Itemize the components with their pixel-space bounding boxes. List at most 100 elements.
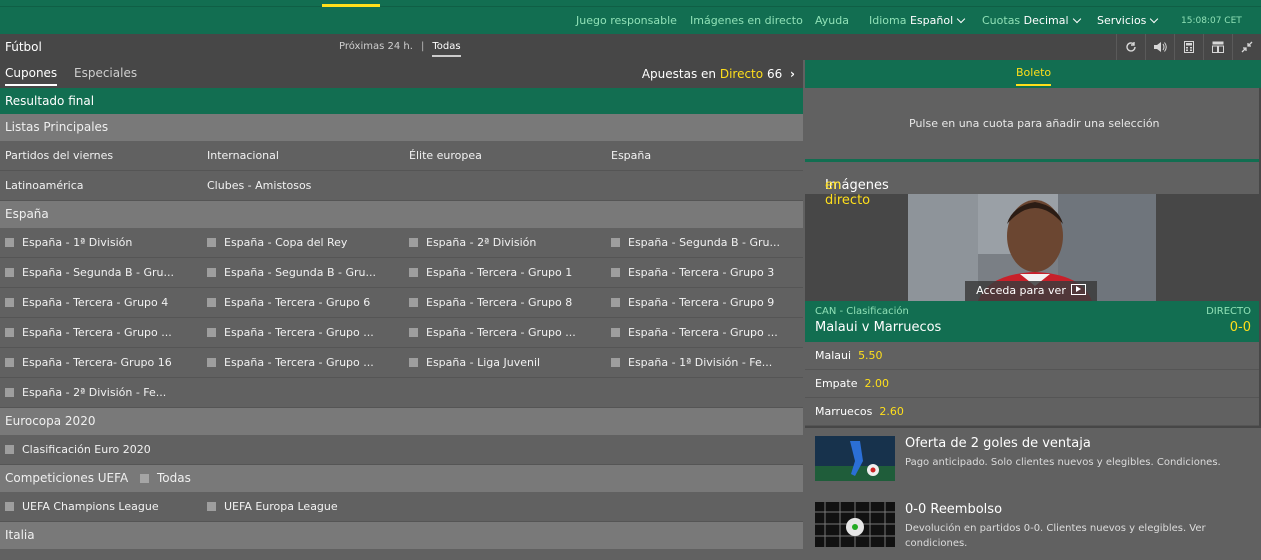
checkbox[interactable] <box>611 328 620 337</box>
odds-price[interactable]: 2.60 <box>879 405 904 418</box>
match-teams: Malaui v Marruecos <box>815 320 942 335</box>
help-link[interactable]: Ayuda <box>815 14 849 28</box>
tab-all[interactable]: Todas <box>432 41 461 57</box>
league-checkbox-item[interactable]: España - 2ª División <box>409 236 536 249</box>
odds-format-selector[interactable]: Cuotas Decimal <box>982 14 1081 28</box>
watch-button[interactable]: Acceda para ver <box>965 281 1097 301</box>
services-menu[interactable]: Servicios <box>1097 14 1159 28</box>
league-checkbox-item[interactable]: España - 1ª División <box>5 236 132 249</box>
betslip-empty-message: Pulse en una cuota para añadir una selec… <box>909 117 1160 130</box>
checkbox[interactable] <box>139 474 149 483</box>
league-checkbox-item[interactable]: España - Copa del Rey <box>207 236 347 249</box>
checkbox[interactable] <box>207 238 216 247</box>
live-stream-accent: en directo <box>825 178 871 208</box>
list-item[interactable]: Latinoamérica <box>5 179 84 192</box>
checkbox[interactable] <box>409 298 418 307</box>
tab-cupones[interactable]: Cupones <box>5 66 58 86</box>
league-checkbox-item[interactable]: España - Tercera - Grupo ... <box>207 356 374 369</box>
live-images-link[interactable]: Imágenes en directo <box>690 14 803 28</box>
checkbox[interactable] <box>207 502 216 511</box>
refresh-icon[interactable] <box>1116 34 1145 60</box>
promo-card[interactable]: 0-0 Reembolso Devolución en partidos 0-0… <box>805 494 1261 560</box>
league-checkbox-item[interactable]: España - Tercera - Grupo 9 <box>611 296 774 309</box>
checkbox[interactable] <box>5 298 14 307</box>
match-category: CAN - Clasificación <box>815 306 909 317</box>
league-checkbox-item[interactable]: España - 1ª División - Fe... <box>611 356 772 369</box>
responsible-gaming-link[interactable]: Juego responsable <box>576 14 677 28</box>
checkbox[interactable] <box>5 388 14 397</box>
checkbox[interactable] <box>207 328 216 337</box>
checkbox[interactable] <box>5 238 14 247</box>
list-item[interactable]: Partidos del viernes <box>5 149 113 162</box>
league-checkbox-item[interactable]: España - Tercera - Grupo 6 <box>207 296 370 309</box>
sound-icon[interactable] <box>1145 34 1174 60</box>
live-stream-thumbnail[interactable]: Acceda para ver <box>908 194 1156 301</box>
list-item[interactable]: España <box>611 149 651 162</box>
tab-boleto[interactable]: Boleto <box>1016 66 1052 86</box>
live-bets-accent: Directo <box>719 67 764 81</box>
layout-icon[interactable] <box>1203 34 1232 60</box>
promo-card[interactable]: Oferta de 2 goles de ventaja Pago antici… <box>805 428 1261 494</box>
league-checkbox-item[interactable]: España - Tercera - Grupo 4 <box>5 296 168 309</box>
odds-row[interactable]: Empate 2.00 <box>805 370 1259 398</box>
tab-next-24h[interactable]: Próximas 24 h. <box>339 41 413 52</box>
betslip-empty: Pulse en una cuota para añadir una selec… <box>805 88 1259 159</box>
select-all-toggle[interactable]: Todas <box>139 471 191 485</box>
league-checkbox-item[interactable]: España - Tercera - Grupo ... <box>5 326 172 339</box>
checkbox[interactable] <box>207 268 216 277</box>
checkbox[interactable] <box>5 445 14 454</box>
odds-price[interactable]: 2.00 <box>864 377 889 390</box>
market-header: Resultado final <box>0 88 803 114</box>
checkbox[interactable] <box>5 502 14 511</box>
checkbox[interactable] <box>5 268 14 277</box>
page-title: Fútbol <box>5 40 42 54</box>
odds-format-label: Cuotas <box>982 14 1021 27</box>
live-match-card[interactable]: CAN - Clasificación DIRECTO Malaui v Mar… <box>805 301 1259 342</box>
checkbox[interactable] <box>409 358 418 367</box>
checkbox[interactable] <box>409 268 418 277</box>
odds-row[interactable]: Malaui 5.50 <box>805 342 1259 370</box>
list-row: Latinoamérica Clubes - Amistosos <box>0 171 803 201</box>
league-checkbox-item[interactable]: España - Tercera- Grupo 16 <box>5 356 172 369</box>
league-checkbox-item[interactable]: España - Tercera - Grupo 1 <box>409 266 572 279</box>
league-label: España - Tercera - Grupo ... <box>224 326 374 339</box>
checkbox[interactable] <box>207 358 216 367</box>
checkbox[interactable] <box>5 328 14 337</box>
checkbox[interactable] <box>611 268 620 277</box>
list-row: Clasificación Euro 2020 <box>0 435 803 465</box>
odds-row[interactable]: Marruecos 2.60 <box>805 398 1259 426</box>
league-checkbox-item[interactable]: España - Liga Juvenil <box>409 356 540 369</box>
league-checkbox-item[interactable]: UEFA Europa League <box>207 500 338 513</box>
checkbox[interactable] <box>409 238 418 247</box>
list-item[interactable]: Internacional <box>207 149 279 162</box>
league-checkbox-item[interactable]: España - Tercera - Grupo ... <box>409 326 576 339</box>
tab-especiales[interactable]: Especiales <box>74 66 137 80</box>
league-checkbox-item[interactable]: España - Tercera - Grupo 8 <box>409 296 572 309</box>
checkbox[interactable] <box>5 358 14 367</box>
league-checkbox-item[interactable]: España - Tercera - Grupo ... <box>611 326 778 339</box>
collapse-icon[interactable] <box>1232 34 1261 60</box>
league-label: España - Tercera - Grupo 6 <box>224 296 371 309</box>
list-item[interactable]: Clubes - Amistosos <box>207 179 311 192</box>
league-label: España - Tercera - Grupo ... <box>426 326 576 339</box>
odds-price[interactable]: 5.50 <box>858 349 883 362</box>
league-checkbox-item[interactable]: España - Segunda B - Gru... <box>611 236 780 249</box>
section-espana: España <box>0 201 803 228</box>
checkbox[interactable] <box>611 358 620 367</box>
checkbox[interactable] <box>207 298 216 307</box>
live-bets-link[interactable]: Apuestas en Directo 66 › <box>642 67 795 81</box>
league-checkbox-item[interactable]: Clasificación Euro 2020 <box>5 443 151 456</box>
league-checkbox-item[interactable]: España - Tercera - Grupo 3 <box>611 266 774 279</box>
play-icon <box>1070 284 1086 295</box>
league-checkbox-item[interactable]: España - Tercera - Grupo ... <box>207 326 374 339</box>
league-checkbox-item[interactable]: España - Segunda B - Gru... <box>207 266 376 279</box>
checkbox[interactable] <box>611 298 620 307</box>
league-checkbox-item[interactable]: España - 2ª División - Fe... <box>5 386 166 399</box>
list-item[interactable]: Élite europea <box>409 149 482 162</box>
league-checkbox-item[interactable]: UEFA Champions League <box>5 500 159 513</box>
calculator-icon[interactable] <box>1174 34 1203 60</box>
league-checkbox-item[interactable]: España - Segunda B - Gru... <box>5 266 174 279</box>
checkbox[interactable] <box>611 238 620 247</box>
checkbox[interactable] <box>409 328 418 337</box>
language-selector[interactable]: Idioma Español <box>869 14 966 28</box>
